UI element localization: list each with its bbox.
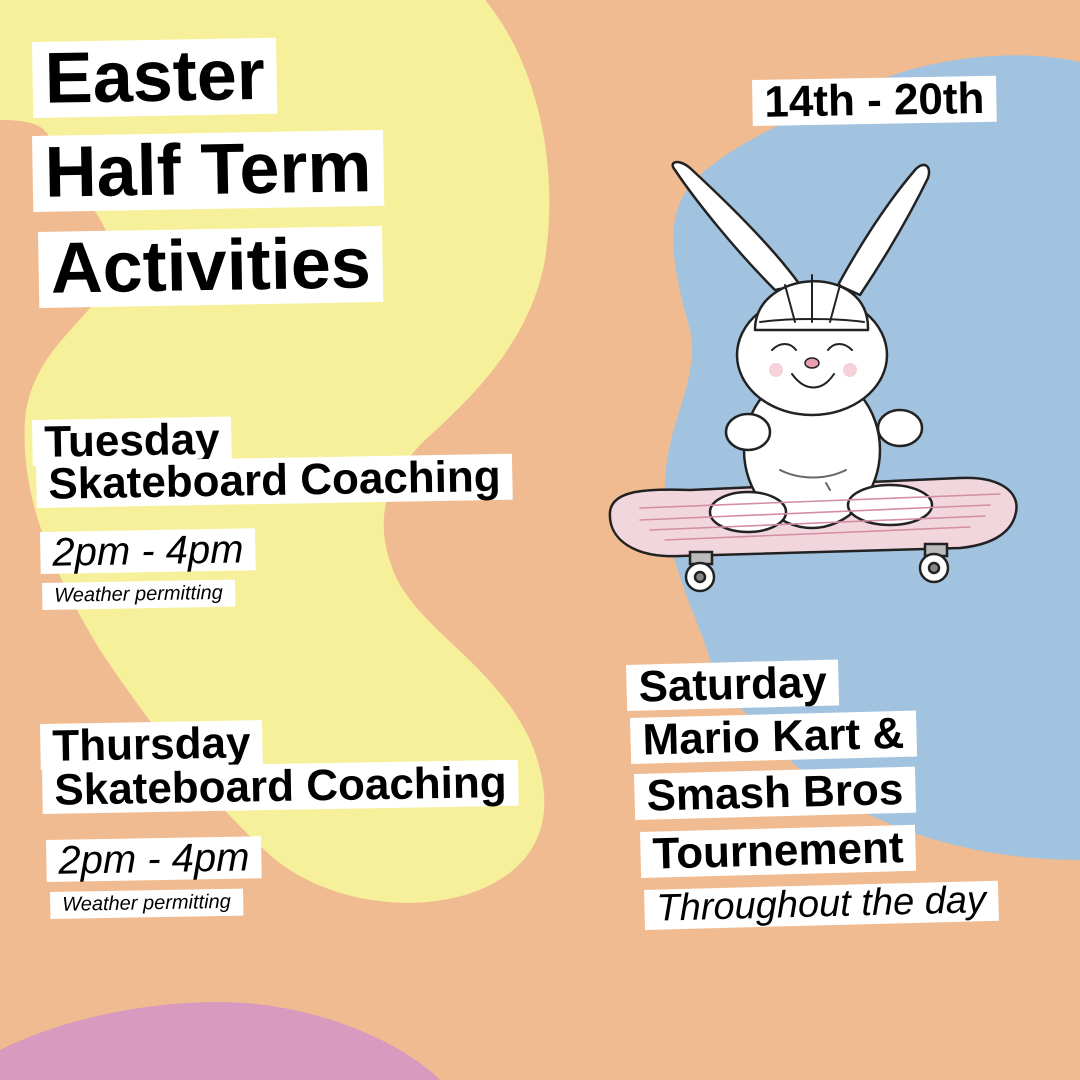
bunny-left-ear [671, 160, 802, 292]
skateboard-right-hub [927, 561, 941, 575]
title-line-3: Activities [38, 223, 384, 309]
thursday-note-label: Weather permitting [50, 888, 244, 919]
skateboard-left-hub [693, 570, 707, 584]
saturday-activity-line-1: Mario Kart & [630, 709, 917, 765]
bunny-left-arm [724, 412, 772, 452]
saturday-activity-line-3: Tournement [640, 823, 917, 879]
dates-label: 14th - 20th [752, 74, 997, 127]
bunny-right-arm [876, 408, 924, 448]
tuesday-note-label: Weather permitting [42, 579, 236, 610]
saturday-day-label: Saturday [626, 658, 840, 712]
tuesday-activity-label: Skateboard Coaching [36, 452, 514, 509]
saturday-activity-line-2: Smash Bros [634, 765, 916, 821]
bunny-right-blush [843, 363, 857, 377]
thursday-time-label: 2pm - 4pm [46, 835, 262, 883]
tuesday-time-label: 2pm - 4pm [40, 527, 256, 575]
title-line-1: Easter [32, 35, 278, 119]
bunny-nose [804, 357, 820, 369]
title-line-2: Half Term [32, 127, 385, 213]
bunny-right-ear [836, 163, 931, 297]
bunny-left-blush [769, 363, 783, 377]
skateboarding-bunny-illustration [608, 160, 1018, 593]
poster: Easter Half Term Activities 14th - 20th … [0, 0, 1080, 1080]
thursday-activity-label: Skateboard Coaching [42, 758, 520, 815]
